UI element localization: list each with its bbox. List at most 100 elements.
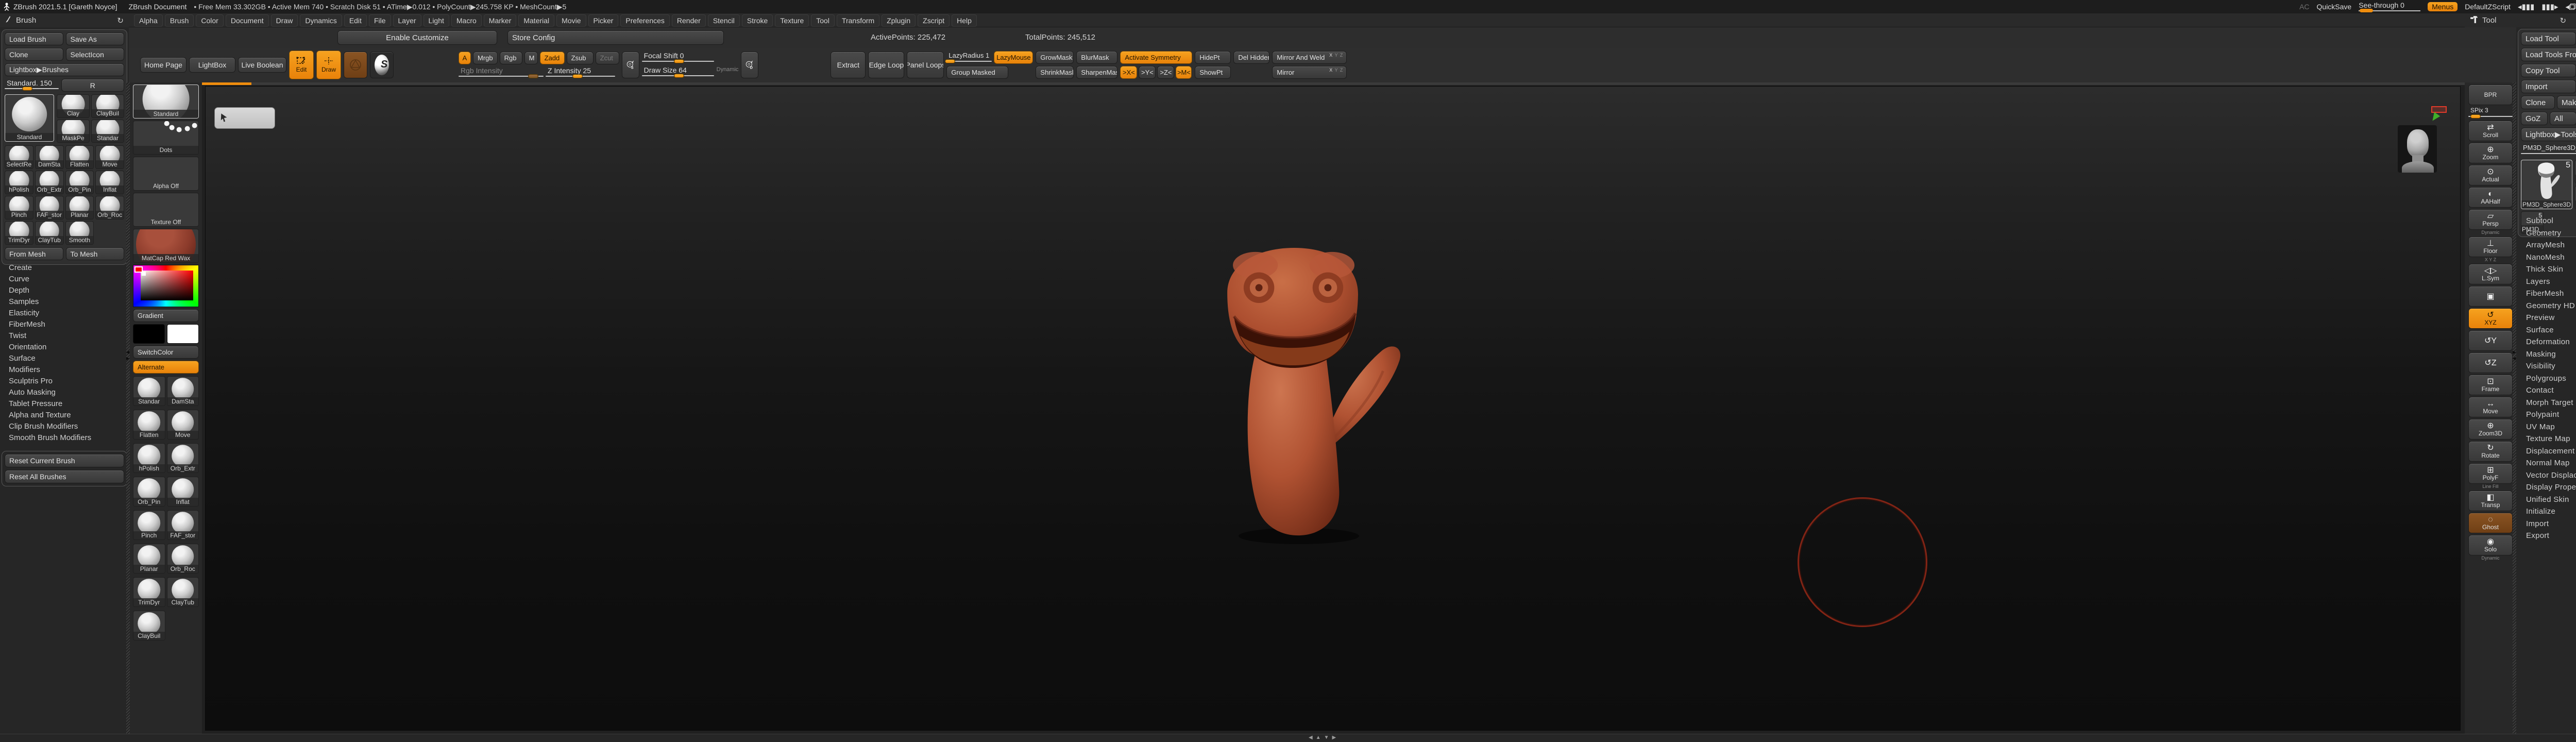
brush-section-item[interactable]: Samples [9,296,127,308]
tool-section-item[interactable]: Preview [2526,312,2576,324]
tool-section-item[interactable]: UV Map [2526,421,2576,433]
menu-item[interactable]: Alpha [134,14,163,27]
quick-brush-thumb[interactable]: Orb_Extr [167,443,199,473]
reset-all-brushes-button[interactable]: Reset All Brushes [5,470,124,483]
current-stroke-widget[interactable]: Dots [133,121,199,155]
menu-item[interactable]: Dynamics [300,14,342,27]
menu-item[interactable]: Transform [837,14,879,27]
z-intensity-slider[interactable]: Z Intensity 25 [546,66,615,79]
color-picker[interactable] [133,265,199,307]
menu-item[interactable]: Macro [451,14,482,27]
quick-brush-thumb[interactable]: FAF_stor [167,510,199,540]
tool-section-item[interactable]: Polygroups [2526,373,2576,385]
quick-brush-thumb[interactable]: Flatten [133,410,165,440]
brush-section-item[interactable]: Surface [9,353,127,364]
tool-section-item[interactable]: Subtool [2526,215,2576,227]
tool-section-item[interactable]: Morph Target [2526,397,2576,409]
symmetry-y-button[interactable]: >Y< [1139,66,1156,79]
brush-thumb[interactable]: ClayTub [35,221,64,245]
brush-r-button[interactable]: R [61,79,125,92]
quick-brush-thumb[interactable]: Orb_Roc [167,544,199,574]
menu-item[interactable]: Render [672,14,706,27]
brush-section-item[interactable]: Depth [9,285,127,296]
showpt-button[interactable]: ShowPt [1195,66,1231,79]
quick-brush-thumb[interactable]: Pinch [133,510,165,540]
right-shelf-button[interactable]: ↻ Rotate [2468,441,2513,462]
right-shelf-button[interactable]: ↔ Move [2468,397,2513,417]
quick-brush-thumb[interactable]: Inflat [167,477,199,507]
brush-thumb[interactable]: TrimDyr [5,221,33,245]
activate-symmetry-button[interactable]: Activate Symmetry [1120,51,1192,64]
tool-section-item[interactable]: FiberMesh [2526,288,2576,300]
brush-section-item[interactable]: Auto Masking [9,387,127,398]
menu-item[interactable]: Light [423,14,449,27]
brush-section-item[interactable]: Curve [9,274,127,285]
brush-thumb[interactable]: DamSta [35,145,64,169]
quick-brush-thumb[interactable]: hPolish [133,443,165,473]
tool-section-item[interactable]: Initialize [2526,505,2576,518]
brush-section-item[interactable]: Sculptris Pro [9,376,127,387]
brush-section-item[interactable]: Orientation [9,342,127,353]
palette-restore-icon[interactable]: ↻ [117,16,124,25]
right-shelf-button[interactable]: ⊡ Frame [2468,375,2513,395]
quick-brush-thumb[interactable]: DamSta [167,376,199,406]
lightbox-brushes-button[interactable]: Lightbox▶Brushes [5,63,124,76]
right-shelf-button[interactable]: ⊙ Actual [2468,165,2513,185]
to-mesh-button[interactable]: To Mesh [66,247,125,260]
symmetry-x-button[interactable]: >X< [1120,66,1137,79]
rgb-intensity-slider[interactable]: Rgb Intensity [459,66,544,79]
menu-item[interactable]: Edit [344,14,367,27]
sculpt-model[interactable] [1178,246,1415,547]
right-shelf-button[interactable]: ◌ Ghost [2468,513,2513,533]
active-tool-thumb[interactable]: 5 PM3D_Sphere3D [2521,160,2572,209]
menu-item[interactable]: Stencil [708,14,740,27]
current-alpha-widget[interactable]: Alpha Off [133,157,199,191]
right-tray-divider[interactable]: ▶ ◀ [2513,82,2516,734]
tool-section-item[interactable]: Vector Displacement Map [2526,469,2576,482]
tool-section-item[interactable]: NanoMesh [2526,251,2576,264]
tool-section-item[interactable]: Geometry [2526,227,2576,240]
brush-thumb[interactable]: Planar [65,196,94,220]
tool-section-item[interactable]: Displacement Map [2526,445,2576,458]
focal-shift-slider[interactable]: Focal Shift 0 [642,52,714,64]
paint-a-toggle[interactable]: A [459,52,471,64]
right-shelf-button[interactable]: ◧ Transp [2468,491,2513,511]
tool-section-item[interactable]: Display Properties [2526,481,2576,494]
tool-section-item[interactable]: ArrayMesh [2526,239,2576,251]
right-shelf-button[interactable]: ◁▷ L.Sym [2468,264,2513,284]
collapse-left-tray-icon[interactable]: ◂▮▮▮ [2518,2,2534,11]
lazy-radius-slider[interactable]: LazyRadius 1 [946,52,992,64]
sharpen-mask-button[interactable]: SharpenMask [1076,66,1117,79]
live-boolean-button[interactable]: Live Boolean [238,57,286,73]
default-zscript-button[interactable]: DefaultZScript [2465,3,2511,11]
brush-section-item[interactable]: Smooth Brush Modifiers [9,432,127,444]
stroke-picker-button[interactable]: S [622,52,639,78]
nav-left-icon[interactable]: ◀ [1309,735,1313,740]
menu-item[interactable]: Tool [811,14,835,27]
brush-section-item[interactable]: Twist [9,330,127,342]
quick-brush-thumb[interactable]: Standar [133,376,165,406]
menu-item[interactable]: Material [518,14,554,27]
tool-section-item[interactable]: Texture Map [2526,433,2576,445]
hidept-button[interactable]: HidePt [1195,51,1231,64]
quick-brush-thumb[interactable]: ClayTub [167,577,199,607]
menu-item[interactable]: Preferences [620,14,669,27]
symmetry-m-button[interactable]: >M< [1176,66,1192,79]
shrink-mask-button[interactable]: ShrinkMask [1036,66,1074,79]
import-tool-button[interactable]: Import [2521,80,2576,93]
move-gyro-button[interactable] [344,52,367,78]
nav-up-icon[interactable]: ▲ [1316,735,1321,740]
brush-palette-header[interactable]: Brush ↻ [0,13,129,27]
brush-section-item[interactable]: Tablet Pressure [9,398,127,410]
orientation-head-preview[interactable] [2398,125,2437,173]
brush-thumb[interactable]: Smooth [65,221,94,245]
goz-button[interactable]: GoZ [2521,112,2548,125]
quick-brush-thumb[interactable]: Planar [133,544,165,574]
recent-brush-thumb[interactable]: Standar [91,120,124,143]
zadd-button[interactable]: Zadd [540,52,565,64]
secondary-color-swatch[interactable] [167,324,199,344]
tool-section-item[interactable]: Polypaint [2526,409,2576,421]
right-shelf-button[interactable]: ⊕ Zoom [2468,143,2513,163]
brush-thumb[interactable]: Orb_Extr [35,171,64,194]
menu-item[interactable]: Brush [165,14,194,27]
